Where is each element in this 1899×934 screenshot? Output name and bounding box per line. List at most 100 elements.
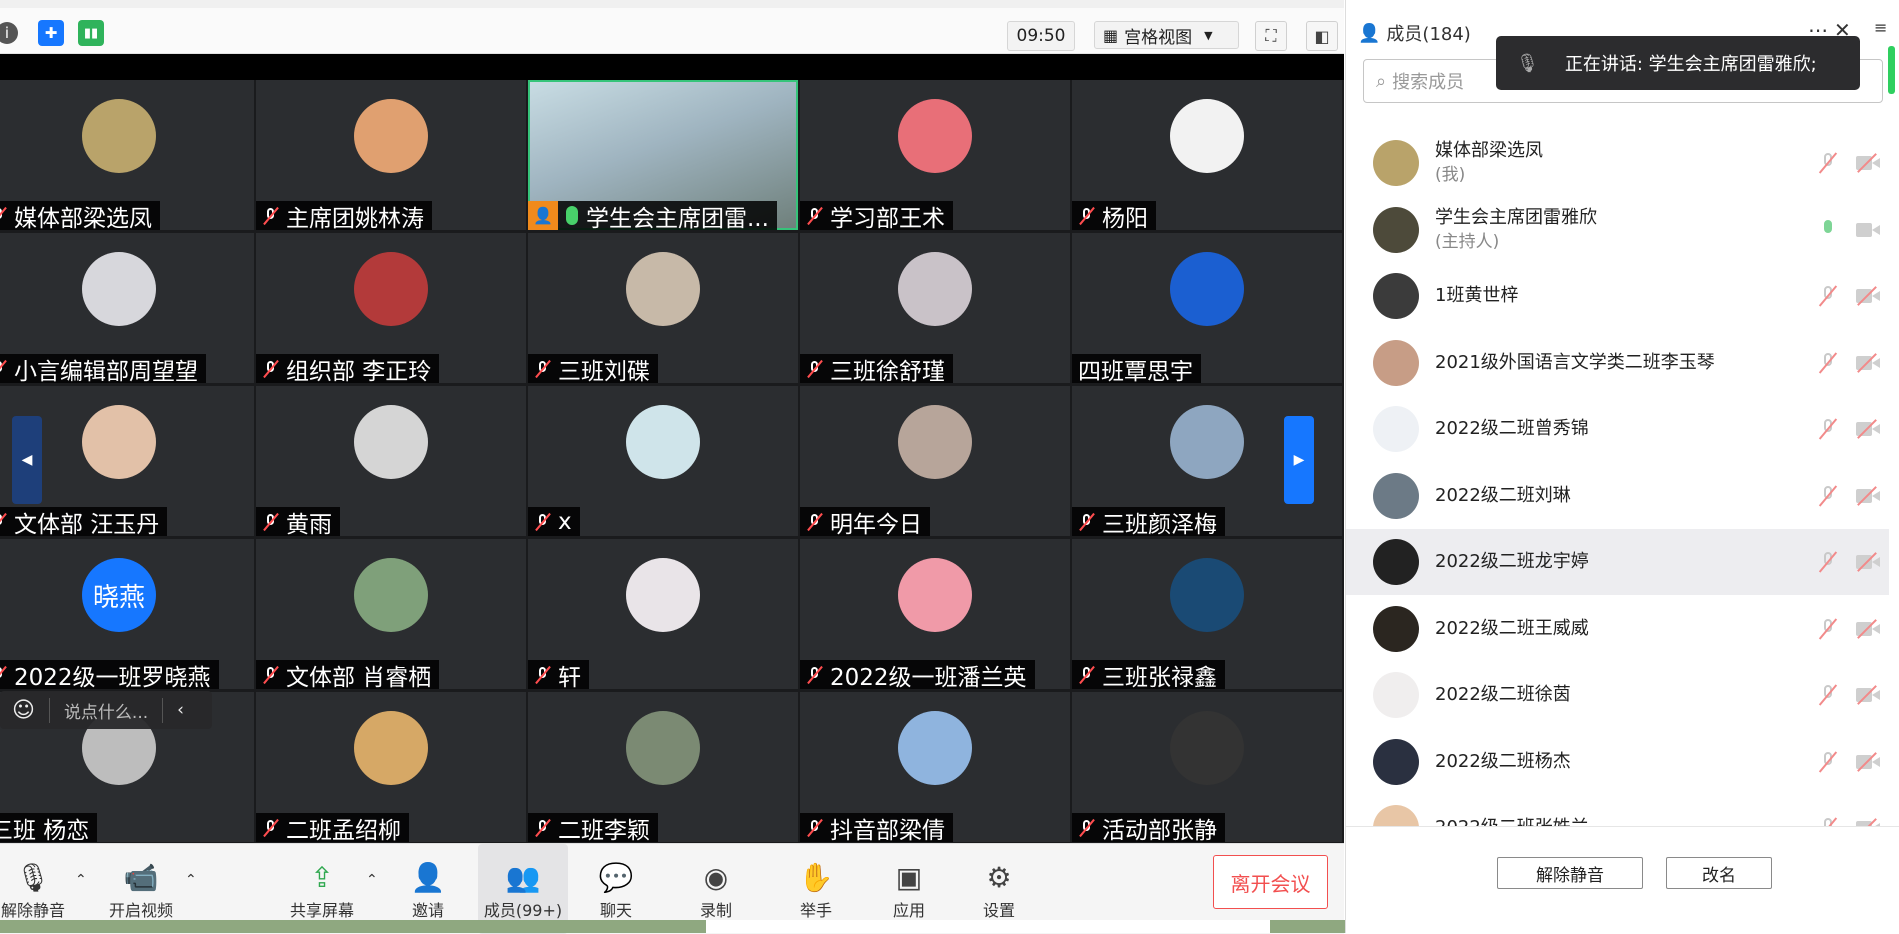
emoji-icon[interactable]: ☺ <box>12 698 35 723</box>
participant-name-tag: 明年今日 <box>800 507 930 536</box>
member-name: 2022级二班徐茵 <box>1435 684 1571 705</box>
chat-input[interactable]: 说点什么... <box>48 697 164 723</box>
fullscreen-button[interactable]: ⛶ <box>1255 21 1287 51</box>
participant-avatar <box>898 252 972 326</box>
participant-avatar <box>354 558 428 632</box>
video-tile[interactable]: 小言编辑部周望望 <box>0 233 254 383</box>
mic-muted-icon <box>1078 206 1096 226</box>
prev-page-button[interactable]: ◀ <box>12 416 42 504</box>
mic-muted-icon[interactable] <box>1820 152 1836 174</box>
member-list-item[interactable]: 学生会主席团雷雅欣 (主持人) <box>1346 197 1889 263</box>
camera-off-icon[interactable] <box>1856 352 1880 373</box>
member-list-item[interactable]: 2022级二班王威威 <box>1346 596 1889 662</box>
mic-muted-icon[interactable] <box>1820 485 1836 507</box>
participant-name-tag: 轩 <box>528 660 589 689</box>
mic-muted-icon <box>262 206 280 226</box>
view-mode-dropdown[interactable]: ▦ 宫格视图 ▼ <box>1094 21 1239 49</box>
chat-icon: 💬 <box>598 860 634 894</box>
video-tile[interactable]: 文体部 肖睿栖 <box>256 539 526 689</box>
participant-avatar <box>626 711 700 785</box>
video-tile[interactable]: 活动部张静 <box>1072 692 1342 842</box>
menu-icon[interactable]: ≡ <box>1874 18 1887 37</box>
quick-chat-bar[interactable]: ☺ 说点什么... ‹ <box>0 691 212 729</box>
camera-off-icon[interactable] <box>1856 618 1880 639</box>
grid-view-icon: ▦ <box>1103 25 1119 45</box>
unmute-self-button[interactable]: 解除静音 <box>1497 857 1643 889</box>
member-list-item[interactable]: 1班黄世梓 <box>1346 263 1889 329</box>
mic-muted-icon[interactable] <box>1820 418 1836 440</box>
camera-off-icon[interactable] <box>1856 685 1880 705</box>
video-tile[interactable]: 黄雨 <box>256 386 526 536</box>
member-list-item[interactable]: 2021级外国语言文学类二班李玉琴 <box>1346 330 1889 396</box>
audio-options-caret[interactable]: ⌃ <box>75 872 87 888</box>
mic-muted-icon <box>262 665 280 685</box>
participant-avatar <box>82 405 156 479</box>
participant-name-tag: 四班覃思宇 <box>1072 354 1201 383</box>
video-tile[interactable]: 三班张禄鑫 <box>1072 539 1342 689</box>
member-list-item[interactable]: 2022级二班曾秀锦 <box>1346 396 1889 462</box>
video-tile[interactable]: 2022级一班潘兰英 <box>800 539 1070 689</box>
dropdown-arrow-icon: ▼ <box>1204 28 1213 42</box>
security-shield-icon[interactable]: ✚ <box>38 20 64 46</box>
share-options-caret[interactable]: ⌃ <box>366 872 378 888</box>
toggle-sidebar-button[interactable]: ◧ <box>1306 21 1338 51</box>
mic-muted-icon[interactable] <box>1820 618 1836 640</box>
video-options-caret[interactable]: ⌃ <box>185 872 197 888</box>
next-page-button[interactable]: ▶ <box>1284 416 1314 504</box>
member-list-item[interactable]: 媒体部梁选凤 (我) <box>1346 130 1889 196</box>
participant-name-tag: 学习部王术 <box>800 201 953 230</box>
mic-muted-icon[interactable] <box>1820 684 1836 706</box>
mic-active-icon[interactable] <box>1820 219 1836 241</box>
video-tile[interactable]: 杨阳 <box>1072 80 1342 230</box>
video-tile[interactable]: 四班覃思宇 <box>1072 233 1342 383</box>
desktop-window-edge <box>706 920 1270 933</box>
participant-name: 文体部 肖睿栖 <box>286 664 432 690</box>
camera-off-icon[interactable] <box>1856 485 1880 506</box>
camera-off-icon[interactable] <box>1856 751 1880 772</box>
leave-meeting-button[interactable]: 离开会议 <box>1213 855 1328 909</box>
participant-name: 三班张禄鑫 <box>1102 664 1217 690</box>
video-tile[interactable]: 三班徐舒瑾 <box>800 233 1070 383</box>
camera-off-icon[interactable] <box>1856 552 1880 572</box>
network-signal-icon[interactable]: ▮▮ <box>78 20 104 46</box>
participant-avatar: 晓燕 <box>82 558 156 632</box>
participant-avatar <box>354 405 428 479</box>
member-list-item[interactable]: 2022级二班刘琳 <box>1346 463 1889 529</box>
participant-name-tag: 组织部 李正玲 <box>256 354 440 383</box>
video-tile[interactable]: 学习部王术 <box>800 80 1070 230</box>
member-info: 2022级二班刘琳 <box>1435 484 1571 508</box>
mic-muted-icon[interactable] <box>1820 551 1836 573</box>
participant-name: 三班刘碟 <box>558 358 650 384</box>
participant-name: 二班李颖 <box>558 817 650 843</box>
camera-off-icon[interactable] <box>1856 222 1880 237</box>
video-tile[interactable]: 三班刘碟 <box>528 233 798 383</box>
video-tile[interactable]: 主席团姚林涛 <box>256 80 526 230</box>
camera-off-icon[interactable] <box>1856 153 1880 173</box>
member-list-item[interactable]: 2022级二班杨杰 <box>1346 729 1889 795</box>
camera-off-icon[interactable] <box>1856 419 1880 439</box>
video-tile[interactable]: 轩 <box>528 539 798 689</box>
member-info: 1班黄世梓 <box>1435 284 1518 308</box>
member-list-item[interactable]: 2022级二班龙宇婷 <box>1346 529 1889 595</box>
member-list-item[interactable]: 2022级二班徐茵 <box>1346 662 1889 728</box>
mic-muted-icon[interactable] <box>1820 352 1836 374</box>
video-tile[interactable]: 组织部 李正玲 <box>256 233 526 383</box>
mic-muted-icon <box>0 206 8 226</box>
video-tile[interactable]: 抖音部梁倩 <box>800 692 1070 842</box>
mic-muted-icon[interactable] <box>1820 285 1836 307</box>
mic-muted-icon[interactable] <box>1820 751 1836 773</box>
video-tile[interactable]: x <box>528 386 798 536</box>
video-tile[interactable]: 明年今日 <box>800 386 1070 536</box>
video-tile[interactable]: 二班孟绍柳 <box>256 692 526 842</box>
video-tile[interactable]: 二班李颖 <box>528 692 798 842</box>
mic-muted-icon <box>262 818 280 838</box>
rename-button[interactable]: 改名 <box>1666 857 1772 889</box>
camera-off-icon[interactable] <box>1856 286 1880 306</box>
video-tile[interactable]: 媒体部梁选凤 <box>0 80 254 230</box>
collapse-chat-icon[interactable]: ‹ <box>177 700 184 720</box>
info-icon[interactable]: i <box>0 22 18 44</box>
video-tile[interactable]: 👤 学生会主席团雷... <box>528 80 798 230</box>
camera-off-icon: 📹 <box>123 860 159 894</box>
video-tile[interactable]: 晓燕 2022级一班罗晓燕 <box>0 539 254 689</box>
participant-name: 抖音部梁倩 <box>830 817 945 843</box>
